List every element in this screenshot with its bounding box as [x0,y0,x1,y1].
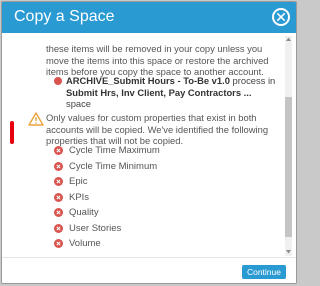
remove-icon [54,77,62,85]
archive-item-middle: process in [229,75,276,86]
list-item: Epic [54,174,274,190]
scroll-down-icon[interactable] [285,249,292,255]
list-item: Cycle Time Minimum [54,159,274,175]
property-name: KPIs [69,191,90,203]
property-name: Quality [69,207,99,219]
property-name: User Stories [69,222,122,234]
property-name: Volume [69,238,101,250]
intro-text: these items will be removed in your copy… [46,43,269,77]
list-item: KPIs [54,190,274,206]
continue-button[interactable]: Continue [241,265,286,279]
property-name: Cycle Time Minimum [69,160,158,172]
list-item: Cycle Time Maximum [54,143,274,159]
list-item: Volume [54,236,274,252]
warning-icon [28,112,44,126]
x-circle-icon [54,239,63,249]
x-circle-icon [54,223,63,233]
dialog-footer: Continue [2,257,296,283]
dialog-titlebar: Copy a Space [2,2,296,33]
list-item: Quality [54,205,274,221]
x-circle-icon [54,177,63,187]
annotation-marker [10,121,14,144]
x-circle-icon [54,192,63,202]
scroll-up-icon[interactable] [285,36,292,42]
warning-text: Only values for custom properties that e… [46,112,269,146]
property-name: Cycle Time Maximum [69,145,160,157]
copy-space-dialog: Copy a Space these items will be removed… [1,1,297,284]
dialog-title: Copy a Space [14,8,115,25]
property-name: Epic [69,176,88,188]
list-item: User Stories [54,221,274,237]
x-circle-icon [54,161,63,171]
close-icon[interactable] [272,8,290,26]
scrollbar-thumb[interactable] [285,97,292,237]
archive-item-suffix: space [66,98,92,109]
dialog-content[interactable]: these items will be removed in your copy… [2,33,296,257]
archive-item-name: ARCHIVE_Submit Hours - To-Be v1.0 [66,75,230,86]
properties-list: Cycle Time Maximum Cycle Time Minimum Ep… [54,143,274,252]
x-circle-icon [54,146,63,156]
x-circle-icon [54,208,63,218]
archive-item: ARCHIVE_Submit Hours - To-Be v1.0 proces… [54,75,279,110]
archive-item-space: Submit Hrs, Inv Client, Pay Contractors … [66,86,252,98]
